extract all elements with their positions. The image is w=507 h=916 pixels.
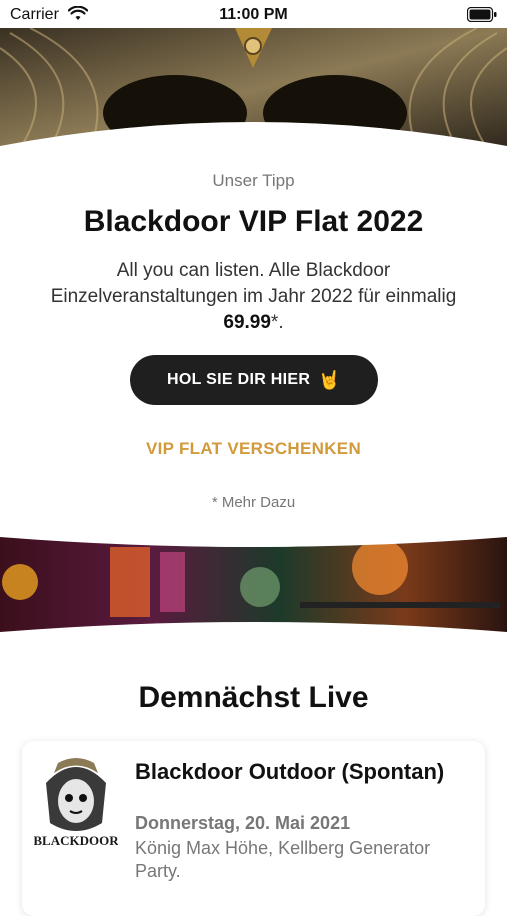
event-title: Blackdoor Outdoor (Spontan) (135, 759, 445, 784)
rock-hand-icon: 🤘 (318, 369, 341, 390)
clock-time: 11:00 PM (219, 6, 288, 23)
upcoming-section-title: Demnächst Live (138, 681, 369, 714)
event-venue: König Max Höhe, Kellberg Generator Party… (135, 838, 431, 881)
event-date: Donnerstag, 20. Mai 2021 (135, 813, 351, 833)
battery-icon (466, 6, 497, 27)
header-artwork (0, 28, 507, 153)
event-logo-text: BLACKDOOR (34, 833, 118, 848)
gift-flat-link[interactable]: VIP FLAT VERSCHENKEN (0, 439, 507, 459)
get-flat-button[interactable]: HOL SIE DIR HIER 🤘 (130, 355, 378, 405)
event-card[interactable]: BLACKDOOR Blackdoor Outdoor (Spontan) Do… (22, 741, 485, 916)
more-info-link[interactable]: * Mehr Dazu (0, 494, 507, 511)
promo-description: All you can listen. Alle Blackdoor Einze… (40, 258, 467, 336)
promo-description-text: All you can listen. Alle Blackdoor Einze… (50, 260, 457, 307)
get-flat-button-label: HOL SIE DIR HIER (167, 371, 311, 388)
status-bar: Carrier 11:00 PM (0, 0, 507, 30)
event-logo: BLACKDOOR (33, 753, 119, 857)
promo-price: 69.99 (223, 312, 271, 333)
promo-eyebrow: Unser Tipp (212, 171, 295, 190)
promo-title: Blackdoor VIP Flat 2022 (83, 205, 424, 238)
promo-price-suffix: *. (270, 312, 284, 333)
concert-artwork (0, 532, 507, 642)
